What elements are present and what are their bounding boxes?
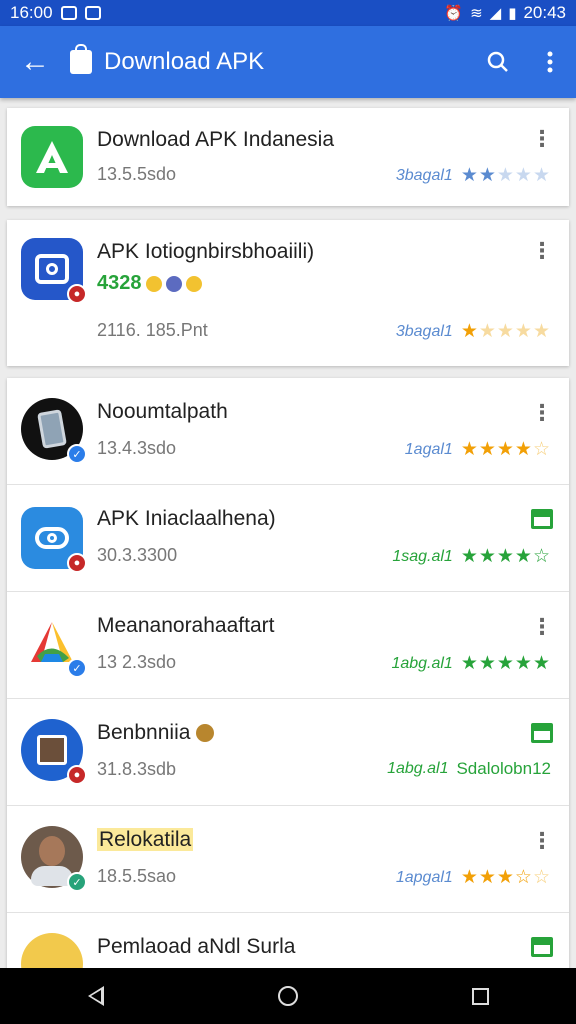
list-item[interactable]: ● APK Iotiognbirsbhoaiili) 4328 2116. 18… bbox=[7, 220, 569, 366]
rating-stars: ★★★★☆ bbox=[460, 546, 551, 567]
red-badge-icon: ● bbox=[67, 284, 87, 304]
overflow-menu-icon[interactable] bbox=[524, 26, 576, 98]
back-arrow-icon[interactable]: ← bbox=[0, 26, 70, 98]
app-size: 31.8.3sdb bbox=[97, 759, 177, 779]
app-name: Relokatila bbox=[97, 828, 194, 851]
app-card[interactable]: Download APK Indanesia 13.5.5sdo ⋮ 3baga… bbox=[7, 108, 569, 206]
app-name: Meananorahaaftart bbox=[97, 614, 275, 637]
app-card[interactable]: ● APK Iotiognbirsbhoaiili) 4328 2116. 18… bbox=[7, 220, 569, 366]
app-name: Download APK Indanesia bbox=[97, 128, 334, 151]
verified-badge-icon: ✓ bbox=[67, 658, 87, 678]
rating-stars: ★★★★★ bbox=[460, 165, 551, 186]
app-size: 18.5.5sao bbox=[97, 866, 177, 886]
shopping-bag-icon bbox=[70, 44, 92, 74]
recents-icon[interactable] bbox=[450, 968, 510, 1024]
app-size: 30.3.3300 bbox=[97, 545, 178, 565]
rating-label: 1agal1 bbox=[404, 440, 453, 458]
alarm-icon: ⏰ bbox=[444, 4, 464, 22]
list-item[interactable]: ● APK Iniaclaalhena) 30.3.3300 1sag.al1 … bbox=[7, 485, 569, 592]
install-status-icon[interactable] bbox=[531, 509, 553, 529]
app-icon-browser: ● bbox=[21, 719, 87, 785]
app-icon-colorful-a: ✓ bbox=[21, 612, 87, 678]
rating-label: 1sag.al1 bbox=[392, 547, 453, 565]
app-size: 13.5.5sdo bbox=[97, 164, 177, 184]
rating-stars: ★★★★☆ bbox=[460, 439, 551, 460]
avatar: ✓ bbox=[21, 826, 87, 892]
status-clock: 20:43 bbox=[523, 3, 566, 22]
home-icon[interactable] bbox=[258, 968, 318, 1024]
search-icon[interactable] bbox=[472, 26, 524, 98]
app-icon-camera: ● bbox=[21, 507, 87, 573]
install-status-icon[interactable] bbox=[531, 723, 553, 743]
app-name: Pemlaoad aNdl Surla bbox=[97, 935, 296, 958]
app-name: APK Iniaclaalhena) bbox=[97, 507, 276, 530]
emoji-icon bbox=[185, 275, 202, 292]
rating-stars: ★★★☆☆ bbox=[460, 867, 551, 888]
list-item[interactable]: ● Benbnniia 31.8.3sdb 1abg.al1 Sdalolobn… bbox=[7, 699, 569, 806]
status-time: 16:00 bbox=[10, 3, 53, 22]
app-icon-apk-blue: ● bbox=[21, 238, 87, 304]
list-item[interactable]: ✓ Relokatila 18.5.5sao ⋮ 1apgal1 ★★★☆☆ bbox=[7, 806, 569, 913]
app-name: Nooumtalpath bbox=[97, 400, 228, 423]
verified-badge-icon: ✓ bbox=[67, 444, 87, 464]
emoji-icon bbox=[145, 275, 162, 292]
rating-stars: ★★★★★ bbox=[460, 321, 551, 342]
battery-icon: ▮ bbox=[508, 4, 517, 22]
status-bar: 16:00 ⏰ ≋ ◢ ▮ 20:43 bbox=[0, 0, 576, 26]
app-score: 4328 bbox=[97, 272, 142, 294]
list-item[interactable]: Download APK Indanesia 13.5.5sdo ⋮ 3baga… bbox=[7, 108, 569, 206]
rating-stars: ★★★★★ bbox=[460, 653, 551, 674]
rating-label: 3bagal1 bbox=[395, 322, 453, 340]
more-options-icon[interactable]: ⋮ bbox=[531, 240, 553, 262]
rating-label: 1abg.al1 bbox=[391, 654, 453, 672]
list-item[interactable]: ✓ Nooumtalpath 13.4.3sdo ⋮ 1agal1 ★★★★☆ bbox=[7, 378, 569, 485]
more-options-icon[interactable]: ⋮ bbox=[531, 616, 553, 638]
app-size: 13 2.3sdo bbox=[97, 652, 177, 672]
emoji-icon bbox=[165, 275, 182, 292]
app-bar: ← Download APK bbox=[0, 26, 576, 98]
red-badge-icon: ● bbox=[67, 765, 87, 785]
app-icon-download-apk bbox=[21, 126, 83, 188]
app-icon-phone: ✓ bbox=[21, 398, 87, 464]
system-nav-bar bbox=[0, 968, 576, 1024]
red-badge-icon: ● bbox=[67, 553, 87, 573]
rating-label: 3bagal1 bbox=[395, 166, 453, 184]
more-options-icon[interactable]: ⋮ bbox=[531, 830, 553, 852]
more-options-icon[interactable]: ⋮ bbox=[531, 402, 553, 424]
verified-badge-icon: ✓ bbox=[67, 872, 87, 892]
app-size: 2116. 185.Pnt bbox=[97, 320, 208, 340]
rating-extra: Sdalolobn12 bbox=[456, 759, 551, 778]
signal-icon: ◢ bbox=[489, 4, 502, 22]
list-item[interactable]: ✓ Meananorahaaftart 13 2.3sdo ⋮ 1abg.al1… bbox=[7, 592, 569, 699]
rating-label: 1apgal1 bbox=[395, 868, 453, 886]
image-notification-icon bbox=[84, 6, 101, 20]
install-status-icon[interactable] bbox=[531, 937, 553, 957]
wifi-icon: ≋ bbox=[470, 4, 483, 22]
coin-icon bbox=[196, 724, 215, 742]
app-name: Benbnniia bbox=[97, 721, 191, 744]
back-icon[interactable] bbox=[66, 968, 126, 1024]
app-name: APK Iotiognbirsbhoaiili) bbox=[97, 240, 315, 263]
more-options-icon[interactable]: ⋮ bbox=[531, 128, 553, 150]
app-size: 13.4.3sdo bbox=[97, 438, 177, 458]
gallery-notification-icon bbox=[60, 6, 77, 20]
page-title: Download APK bbox=[104, 48, 265, 75]
rating-label: 1abg.al1 bbox=[387, 760, 449, 777]
app-list-card: ✓ Nooumtalpath 13.4.3sdo ⋮ 1agal1 ★★★★☆ … bbox=[7, 378, 569, 995]
